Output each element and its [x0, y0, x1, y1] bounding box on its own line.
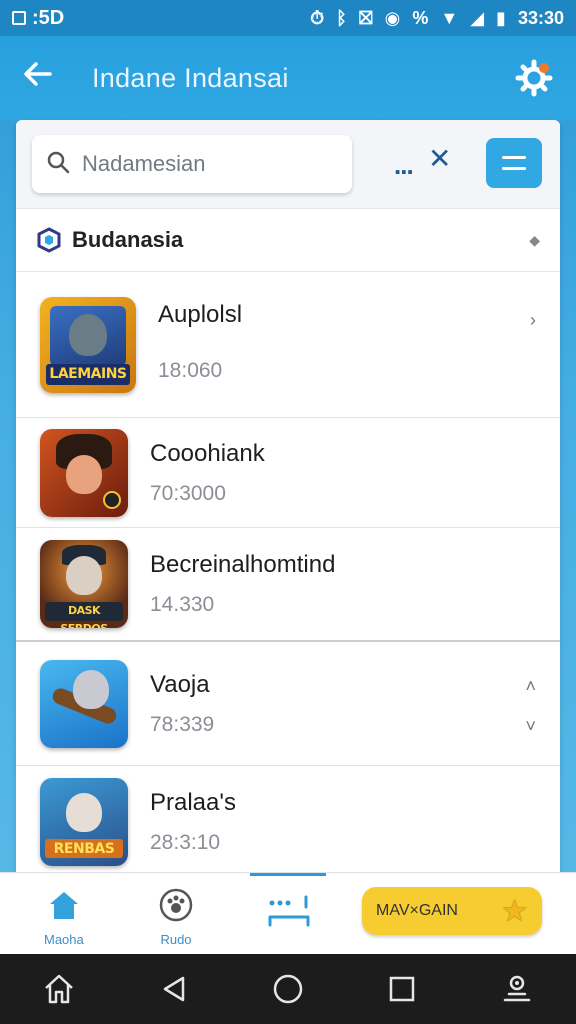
section-chevron-icon[interactable]: ◆ [529, 232, 540, 249]
search-box[interactable] [32, 135, 352, 193]
chevron-down-icon[interactable]: ˅ [525, 716, 536, 737]
bottom-nav: Maoha Rudo MAV×GAIN ★ [0, 872, 576, 954]
bluetooth-icon: ᛒ [336, 8, 347, 28]
character-icon [66, 793, 102, 833]
app-bar: Indane Indansai [0, 36, 576, 120]
nav-indicator [250, 873, 326, 876]
percent-icon: % [412, 8, 429, 28]
back-arrow-icon[interactable] [22, 58, 62, 99]
recents-icon[interactable] [387, 974, 417, 1004]
app-icon [40, 428, 128, 517]
section-header[interactable]: Budanasia ◆ [16, 208, 560, 272]
cube-icon [37, 227, 61, 253]
no-sim-icon: ⛝ [358, 8, 373, 28]
battery-icon: ▮ [496, 8, 506, 28]
list-item[interactable]: DASK SERDOS Becreinalhomtind 14.330 [16, 528, 560, 642]
list-item[interactable]: Cooohiank 70:3000 [16, 418, 560, 528]
row-subtitle: 14.330 [150, 593, 215, 616]
settings-gear-icon[interactable] [514, 58, 554, 98]
app-icon: DASK SERDOS [40, 540, 128, 628]
status-right: ⏱ ᛒ ⛝ ◉ % ▼ ◢ ▮ 33:30 [310, 8, 564, 29]
menu-bar-icon [502, 156, 526, 159]
system-nav-bar [0, 954, 576, 1024]
list-item[interactable]: RENBAS Pralaa's 28:3:10 [16, 766, 560, 878]
nav-home-label: Maoha [44, 932, 84, 947]
wifi-icon: ▼ [440, 8, 459, 28]
back-system-icon[interactable] [159, 974, 189, 1004]
search-input[interactable] [82, 151, 322, 177]
row-subtitle: 70:3000 [150, 481, 226, 505]
row-subtitle: 78:339 [150, 712, 215, 736]
status-bar: :5D ⏱ ᛒ ⛝ ◉ % ▼ ◢ ▮ 33:30 [0, 0, 576, 36]
row-title: Becreinalhomtind [150, 551, 336, 578]
notification-icon [12, 11, 26, 25]
row-subtitle: 28:3:10 [150, 830, 221, 854]
app-icon-banner: LAEMAINS [45, 363, 131, 385]
menu-bar-icon [502, 167, 526, 170]
character-icon [66, 555, 102, 595]
character-icon [68, 313, 108, 356]
alarm-icon: ⏱ [310, 8, 325, 28]
list-item[interactable]: LAEMAINS Auplolsl 18:060 › [16, 272, 560, 418]
row-title: Cooohiank [150, 439, 265, 467]
home-system-icon[interactable] [42, 972, 76, 1006]
list-item[interactable]: Vaoja 78:339 ˄ ˅ [16, 642, 560, 766]
row-text: Becreinalhomtind 14.330 [150, 551, 335, 617]
chevron-right-icon[interactable]: › [530, 310, 536, 331]
row-subtitle: 18:060 [158, 358, 223, 382]
data-icon: ◉ [384, 8, 401, 28]
nav-home[interactable]: Maoha [44, 887, 84, 947]
row-text: Pralaa's 28:3:10 [150, 789, 236, 855]
menu-button[interactable] [486, 138, 542, 188]
signal-icon: ◢ [470, 8, 485, 28]
badge-icon [102, 491, 121, 510]
magain-label: MAV×GAIN [376, 902, 458, 919]
row-text: Auplolsl 18:060 [158, 301, 242, 383]
home-icon [49, 892, 78, 919]
section-title: Budanasia [72, 227, 184, 252]
assistant-icon[interactable] [500, 972, 534, 1006]
app-icon-banner: RENBAS [45, 839, 123, 859]
app-icon: RENBAS [40, 777, 128, 866]
chevron-up-icon[interactable]: ˄ [525, 676, 536, 697]
app-icon: LAEMAINS [40, 296, 136, 393]
close-icon[interactable]: ✕ [428, 142, 451, 175]
row-text: Cooohiank 70:3000 [150, 440, 265, 506]
star-icon: ★ [501, 894, 528, 928]
nav-second[interactable]: Rudo [158, 887, 194, 947]
content-card: ... ✕ Budanasia ◆ LAEMAINS Auplolsl 18:0… [16, 120, 560, 880]
paw-icon [159, 888, 193, 922]
status-left: :5D [12, 7, 64, 30]
row-text: Vaoja 78:339 [150, 671, 214, 737]
search-icon [46, 150, 70, 179]
row-title: Pralaa's [150, 788, 236, 816]
circle-home-icon[interactable] [272, 973, 304, 1005]
row-title: Auplolsl [158, 300, 243, 328]
nav-third[interactable] [266, 895, 312, 934]
more-dots-icon[interactable]: ... [394, 150, 414, 181]
character-icon [73, 670, 109, 709]
character-icon [66, 454, 102, 494]
app-icon [40, 659, 128, 748]
connection-icon [268, 895, 310, 927]
status-left-text: :5D [32, 6, 65, 29]
app-title: Indane Indansai [92, 62, 289, 93]
search-row: ... ✕ [16, 120, 560, 208]
app-icon-banner: DASK SERDOS [45, 601, 123, 628]
nav-second-label: Rudo [160, 932, 192, 947]
row-title: Vaoja [150, 670, 210, 698]
status-time: 33:30 [517, 7, 564, 28]
magain-button[interactable]: MAV×GAIN ★ [362, 887, 542, 935]
